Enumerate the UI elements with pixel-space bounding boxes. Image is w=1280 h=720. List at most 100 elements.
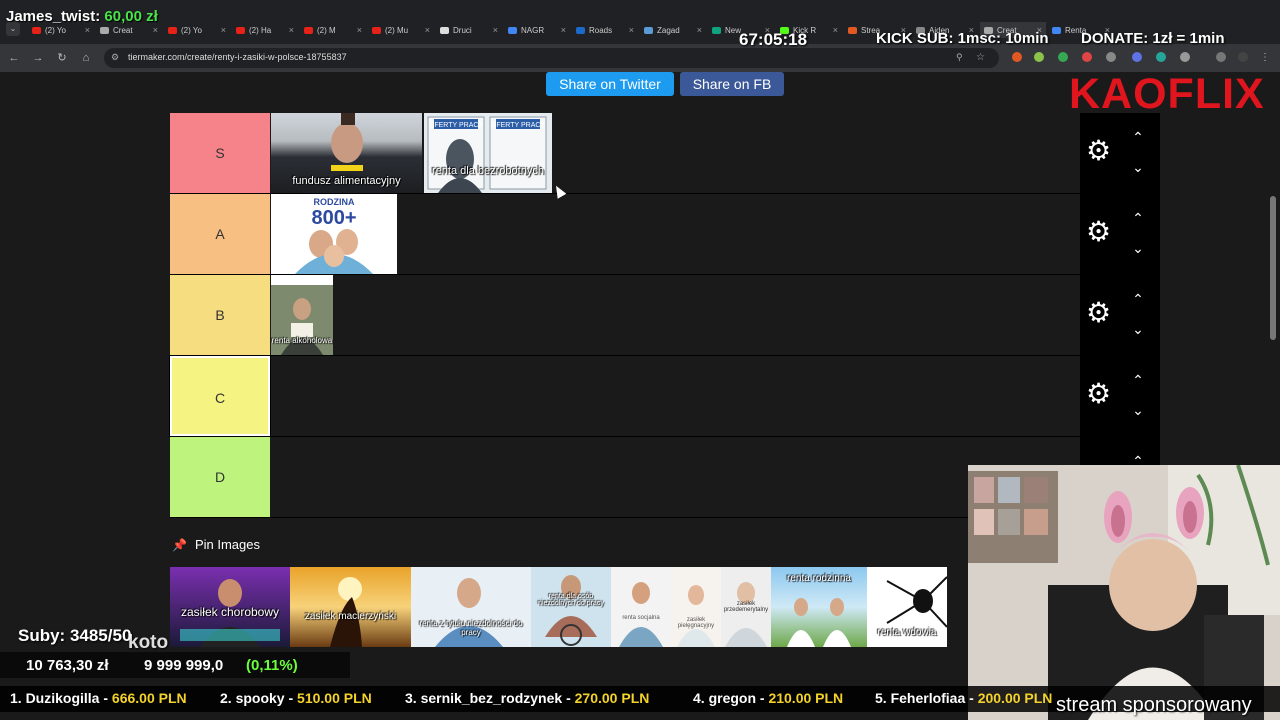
ticker-item: 3. sernik_bez_rodzynek - 270.00 PLN [405, 690, 650, 706]
chevron-up-icon[interactable]: ⌃ [1128, 372, 1148, 388]
extension-icon[interactable] [1034, 52, 1044, 62]
streamer-money: 60,00 zł [104, 8, 158, 25]
site-info-icon[interactable]: ⚙ [111, 52, 119, 63]
browser-tab[interactable]: (2) Yo × [164, 22, 230, 38]
chevron-down-icon[interactable]: ⌄ [1128, 321, 1148, 337]
pin-item[interactable]: renta z tytułu niezdolności do pracy [411, 567, 531, 647]
pin-item[interactable]: zasiłek pielęgnacyjny [671, 567, 721, 647]
home-icon[interactable]: ⌂ [78, 50, 94, 66]
pin-item[interactable]: zasiłek przedemerytalny [721, 567, 771, 647]
page-icon [644, 26, 653, 34]
family-800-plus-image: RODZINA800+ [295, 197, 373, 274]
extension-icon[interactable] [1082, 52, 1092, 62]
chevron-down-icon[interactable]: ⌄ [1128, 240, 1148, 256]
extension-icon[interactable] [1132, 52, 1142, 62]
bookmark-icon[interactable]: ☆ [976, 52, 986, 63]
gear-icon[interactable]: ⚙ [1086, 218, 1114, 246]
zoom-icon[interactable]: ⚲ [956, 52, 966, 62]
browser-tab[interactable]: NAGR × [504, 22, 570, 38]
youtube-icon [236, 26, 245, 34]
screen: ⌄ (2) Yo × Creat × (2) Yo × (2) Ha × (2) M × … [0, 0, 1280, 720]
pin-images-heading[interactable]: 📌 Pin Images [172, 537, 260, 552]
reload-icon[interactable]: ↻ [54, 50, 70, 66]
browser-tab[interactable]: (2) Ha × [232, 22, 298, 38]
profile-avatar[interactable] [1238, 52, 1248, 62]
gear-icon[interactable]: ⚙ [1086, 137, 1114, 165]
forward-icon[interactable]: → [30, 50, 46, 66]
chevron-down-icon[interactable]: ⌄ [1128, 159, 1148, 175]
pin-item[interactable]: zasiłek chorobowy [170, 567, 290, 647]
page-icon [440, 26, 449, 34]
close-tab-icon[interactable]: × [289, 25, 294, 35]
subs-counter: Suby: 3485/50 [18, 626, 132, 645]
tier-label-c[interactable]: C [169, 355, 271, 437]
goal-current: 10 763,30 zł [26, 657, 109, 674]
menu-dots-icon[interactable]: ⋮ [1260, 52, 1270, 63]
gear-icon[interactable]: ⚙ [1086, 380, 1114, 408]
tier-row-b: B renta alkoholowa [170, 275, 1080, 356]
share-fb-button[interactable]: Share on FB [680, 72, 784, 96]
tier-item-caption: fundusz alimentacyjny [292, 175, 401, 187]
ticker-item: 5. Feherlofiaa - 200.00 PLN [875, 690, 1053, 706]
close-tab-icon[interactable]: × [697, 25, 702, 35]
page-scrollbar[interactable] [1270, 196, 1276, 340]
chevron-up-icon[interactable]: ⌃ [1128, 210, 1148, 226]
pin-caption: renta dla osób niezdolnych do pracy [538, 593, 604, 607]
svg-text:OFERTY PRACY: OFERTY PRACY [491, 122, 546, 129]
extension-icon[interactable] [1156, 52, 1166, 62]
reading-list-icon[interactable] [1216, 52, 1226, 62]
goal-percent: (0,11%) [246, 657, 298, 674]
streamer-name: James_twist: 60,00 zł [6, 8, 158, 25]
care-image [619, 582, 663, 647]
tier-item-800-plus[interactable]: RODZINA 800+ [271, 194, 397, 274]
close-tab-icon[interactable]: × [85, 25, 90, 35]
pin-item[interactable]: renta wdowia [867, 567, 947, 647]
extension-icon[interactable] [1106, 52, 1116, 62]
chevron-down-icon[interactable]: ⌄ [1128, 402, 1148, 418]
tier-label-a[interactable]: A [170, 194, 270, 274]
close-tab-icon[interactable]: × [629, 25, 634, 35]
url-text[interactable]: tiermaker.com/create/renty-i-zasiki-w-po… [128, 52, 347, 62]
koto-logo: koto [128, 632, 169, 653]
tier-item-fundusz-alimentacyjny[interactable]: fundusz alimentacyjny [271, 113, 422, 193]
share-twitter-button[interactable]: Share on Twitter [546, 72, 674, 96]
browser-tab[interactable]: Roads × [572, 22, 638, 38]
close-tab-icon[interactable]: × [493, 25, 498, 35]
extensions-puzzle-icon[interactable] [1180, 52, 1190, 62]
back-icon[interactable]: ← [6, 50, 22, 66]
tier-label-s[interactable]: S [170, 113, 270, 193]
close-tab-icon[interactable]: × [833, 25, 838, 35]
svg-text:800+: 800+ [311, 207, 356, 229]
close-tab-icon[interactable]: × [153, 25, 158, 35]
tier-label-b[interactable]: B [170, 275, 270, 355]
extension-icon[interactable] [1058, 52, 1068, 62]
pin-item[interactable]: zasiłek macierzyński [290, 567, 411, 647]
ticker-item: 4. gregon - 210.00 PLN [693, 690, 844, 706]
gear-icon[interactable]: ⚙ [1086, 299, 1114, 327]
streamer-webcam-image [968, 465, 1280, 720]
extension-icon[interactable] [1012, 52, 1022, 62]
close-tab-icon[interactable]: × [357, 25, 362, 35]
pin-caption: zasiłek chorobowy [180, 605, 280, 619]
browser-tab[interactable]: (2) M × [300, 22, 366, 38]
pin-item[interactable]: renta socjalna [611, 567, 671, 647]
close-tab-icon[interactable]: × [221, 25, 226, 35]
donate-info: DONATE: 1zł = 1min [1081, 30, 1225, 47]
chevron-up-icon[interactable]: ⌃ [1128, 129, 1148, 145]
chevron-up-icon[interactable]: ⌃ [1128, 291, 1148, 307]
browser-tab[interactable]: Druci × [436, 22, 502, 38]
tier-row-a: A RODZINA 800+ [170, 194, 1080, 275]
tier-item-renta-dla-bezrobotnych[interactable]: OFERTY PRACY OFERTY PRACY renta dla bezro… [424, 113, 552, 193]
tier-label-d[interactable]: D [170, 437, 270, 517]
browser-tab[interactable]: (2) Mu × [368, 22, 434, 38]
tier-control-s: ⚙ ⌃ ⌄ [1080, 113, 1160, 194]
tier-item-caption: renta alkoholowa [271, 336, 333, 345]
close-tab-icon[interactable]: × [561, 25, 566, 35]
pin-item[interactable]: renta dla osób niezdolnych do pracy [531, 567, 611, 647]
close-tab-icon[interactable]: × [425, 25, 430, 35]
tiermaker-icon [100, 26, 109, 34]
goal-total: 9 999 999,0 [144, 657, 224, 674]
tier-item-renta-alkoholowa[interactable]: renta alkoholowa [271, 275, 333, 355]
browser-tab[interactable]: Zagad × [640, 22, 706, 38]
pin-item[interactable]: renta rodzinna [771, 567, 867, 647]
